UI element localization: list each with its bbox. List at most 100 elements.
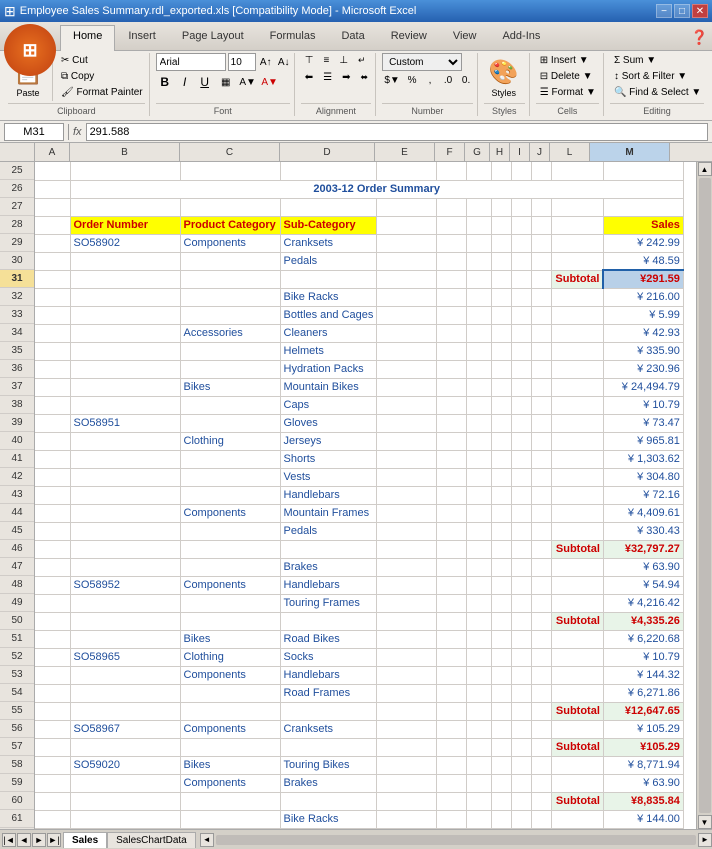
cell[interactable]: [377, 360, 437, 378]
find-select-button[interactable]: 🔍 Find & Select ▼: [610, 85, 705, 100]
cell[interactable]: [512, 198, 532, 216]
cell[interactable]: [437, 396, 467, 414]
cell[interactable]: [467, 774, 492, 792]
cell[interactable]: [437, 630, 467, 648]
scroll-thumb[interactable]: [699, 178, 711, 813]
cell[interactable]: [35, 792, 70, 810]
cell[interactable]: [70, 738, 180, 756]
cell[interactable]: [377, 666, 437, 684]
cell[interactable]: [467, 792, 492, 810]
cell[interactable]: [377, 396, 437, 414]
cell[interactable]: [70, 432, 180, 450]
cell[interactable]: [512, 252, 532, 270]
subtotal-label-cell[interactable]: Subtotal: [552, 702, 604, 720]
row-41[interactable]: 41: [0, 450, 34, 468]
row-47[interactable]: 47: [0, 558, 34, 576]
align-left-button[interactable]: ⬅: [301, 70, 317, 85]
cell[interactable]: [180, 702, 280, 720]
close-button[interactable]: ✕: [692, 4, 708, 18]
cell[interactable]: [532, 234, 552, 252]
cell[interactable]: [35, 504, 70, 522]
cell[interactable]: [532, 198, 552, 216]
sales-cell[interactable]: ¥ 230.96: [603, 360, 683, 378]
cell[interactable]: [437, 540, 467, 558]
cell[interactable]: [532, 504, 552, 522]
align-top-button[interactable]: ⊤: [301, 53, 318, 68]
cell[interactable]: [492, 198, 512, 216]
col-header-e[interactable]: E: [375, 143, 435, 161]
cell[interactable]: [35, 594, 70, 612]
cell[interactable]: [70, 540, 180, 558]
sub-cat-cell[interactable]: Brakes: [280, 558, 377, 576]
cell[interactable]: [492, 234, 512, 252]
cell[interactable]: [70, 252, 180, 270]
currency-button[interactable]: $▼: [382, 73, 402, 88]
cell[interactable]: [552, 414, 604, 432]
cell[interactable]: [35, 468, 70, 486]
minimize-button[interactable]: −: [656, 4, 672, 18]
cell[interactable]: [437, 594, 467, 612]
cell[interactable]: [35, 702, 70, 720]
cell[interactable]: [512, 306, 532, 324]
sales-cell[interactable]: ¥ 330.43: [603, 522, 683, 540]
cell[interactable]: [70, 396, 180, 414]
office-logo[interactable]: ⊞: [4, 24, 56, 76]
cell[interactable]: [35, 738, 70, 756]
sales-cell[interactable]: ¥ 1,303.62: [603, 450, 683, 468]
cell[interactable]: [467, 234, 492, 252]
cell[interactable]: [180, 486, 280, 504]
cell[interactable]: [492, 288, 512, 306]
row-26[interactable]: 26: [0, 180, 34, 198]
row-54[interactable]: 54: [0, 684, 34, 702]
cell[interactable]: [512, 666, 532, 684]
cell[interactable]: [437, 684, 467, 702]
cell[interactable]: [467, 702, 492, 720]
cell[interactable]: [552, 162, 604, 180]
sub-cat-cell[interactable]: Touring Bikes: [280, 756, 377, 774]
sub-cat-cell[interactable]: Handlebars: [280, 666, 377, 684]
cell[interactable]: [377, 576, 437, 594]
cell[interactable]: [377, 252, 437, 270]
cell[interactable]: [70, 324, 180, 342]
cell[interactable]: [377, 558, 437, 576]
cell[interactable]: [467, 738, 492, 756]
cell[interactable]: [180, 738, 280, 756]
align-bottom-button[interactable]: ⊥: [335, 53, 352, 68]
product-cat-cell[interactable]: Clothing: [180, 432, 280, 450]
cell[interactable]: [377, 756, 437, 774]
cell[interactable]: [492, 684, 512, 702]
cell[interactable]: [467, 756, 492, 774]
comma-button[interactable]: ,: [422, 73, 438, 88]
cell[interactable]: [512, 720, 532, 738]
sub-cat-cell[interactable]: Caps: [280, 396, 377, 414]
cell[interactable]: [70, 684, 180, 702]
cell[interactable]: [35, 576, 70, 594]
align-middle-button[interactable]: ≡: [319, 53, 333, 68]
cell[interactable]: [280, 738, 377, 756]
cell[interactable]: [437, 432, 467, 450]
cell[interactable]: [280, 162, 377, 180]
cell[interactable]: [467, 684, 492, 702]
product-cat-cell[interactable]: Accessories: [180, 324, 280, 342]
tab-home[interactable]: Home: [60, 25, 115, 51]
row-40[interactable]: 40: [0, 432, 34, 450]
cell[interactable]: [512, 540, 532, 558]
sales-cell[interactable]: ¥ 144.32: [603, 666, 683, 684]
cell[interactable]: [492, 738, 512, 756]
cell[interactable]: [467, 216, 492, 234]
font-size-input[interactable]: [228, 53, 256, 71]
cell[interactable]: [35, 180, 70, 198]
cell[interactable]: [532, 756, 552, 774]
cell[interactable]: [552, 594, 604, 612]
cell[interactable]: [377, 486, 437, 504]
cell[interactable]: [437, 378, 467, 396]
cell[interactable]: [532, 216, 552, 234]
cell[interactable]: [180, 684, 280, 702]
cell[interactable]: [377, 810, 437, 828]
cell[interactable]: [552, 576, 604, 594]
subtotal-value-cell[interactable]: ¥12,647.65: [603, 702, 683, 720]
cell[interactable]: [512, 648, 532, 666]
cell[interactable]: [70, 522, 180, 540]
sales-cell[interactable]: ¥ 144.00: [603, 810, 683, 828]
sub-cat-cell[interactable]: Pedals: [280, 252, 377, 270]
